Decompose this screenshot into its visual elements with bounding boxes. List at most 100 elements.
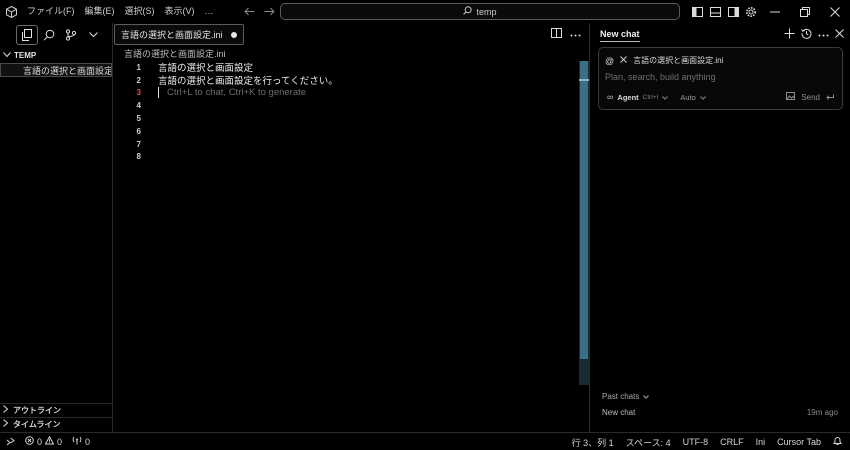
title-bar: ファイル(F) 編集(E) 選択(S) 表示(V) … temp: [0, 0, 850, 23]
model-selector[interactable]: Auto: [680, 93, 695, 102]
chat-panel: New chat @ 言語の選択と画面設定.ini Plan, search, …: [590, 23, 850, 432]
ports-indicator[interactable]: 0: [72, 436, 90, 447]
remote-indicator-icon[interactable]: [6, 437, 15, 446]
language-mode[interactable]: Ini: [756, 437, 766, 447]
chevron-right-icon: [3, 405, 9, 416]
chevron-down-icon: [699, 93, 706, 102]
chat-tab-title[interactable]: New chat: [600, 27, 640, 42]
code-line[interactable]: 6: [113, 125, 589, 138]
explorer-files-icon[interactable]: [16, 24, 38, 45]
code-line[interactable]: 5: [113, 112, 589, 125]
file-tree-item[interactable]: 言語の選択と画面設定…: [0, 63, 112, 77]
split-editor-icon[interactable]: [551, 28, 562, 41]
cursor-tab[interactable]: Cursor Tab: [777, 437, 821, 447]
editor-group: 言語の選択と画面設定.ini 言語の選択と画面設定.ini 1 言語の選択と画面…: [113, 23, 590, 432]
close-window-button[interactable]: [820, 0, 850, 23]
code-line[interactable]: 8: [113, 151, 589, 164]
more-options-icon[interactable]: [818, 29, 829, 40]
editor-scrollbar[interactable]: [579, 61, 589, 385]
new-chat-plus-icon[interactable]: [784, 28, 795, 42]
text-cursor: [158, 87, 159, 99]
line-number: 5: [136, 114, 141, 124]
code-line[interactable]: 1 言語の選択と画面設定: [113, 61, 589, 75]
notifications-bell-icon[interactable]: [833, 436, 842, 448]
breadcrumb[interactable]: 言語の選択と画面設定.ini: [113, 46, 589, 61]
editor-tab[interactable]: 言語の選択と画面設定.ini: [114, 24, 244, 45]
chevron-down-icon: [3, 50, 11, 61]
line-number: 6: [136, 126, 141, 136]
menu-view[interactable]: 表示(V): [160, 0, 200, 23]
chat-input-box[interactable]: @ 言語の選択と画面設定.ini Plan, search, build any…: [598, 47, 843, 110]
app-logo-icon: [0, 0, 22, 23]
line-number: 4: [136, 101, 141, 111]
encoding[interactable]: UTF-8: [683, 437, 709, 447]
enter-key-icon: [826, 93, 834, 102]
toggle-secondary-sidebar-icon[interactable]: [724, 0, 742, 23]
chat-input-placeholder[interactable]: Plan, search, build anything: [605, 72, 716, 82]
chevron-down-icon: [662, 93, 669, 102]
menu-edit[interactable]: 編集(E): [80, 0, 120, 23]
outline-label: アウトライン: [13, 406, 61, 415]
toggle-panel-icon[interactable]: [706, 0, 724, 23]
code-line[interactable]: 2 言語の選択と画面設定を行ってください。: [113, 74, 589, 88]
scrollbar-cursor-marker: [579, 79, 589, 81]
code-line[interactable]: 4: [113, 99, 589, 112]
scrollbar-thumb[interactable]: [580, 61, 588, 359]
indentation[interactable]: スペース: 4: [626, 436, 671, 449]
line-number: 8: [136, 152, 141, 162]
settings-gear-icon[interactable]: [742, 0, 760, 23]
unsaved-dot-icon[interactable]: [230, 31, 237, 38]
send-button[interactable]: Send: [801, 93, 820, 102]
status-bar: 0 0 0 行 3、列 1 スペース: 4 UTF-8 CRLF Ini Cur…: [0, 432, 850, 450]
code-area[interactable]: 1 言語の選択と画面設定 2 言語の選択と画面設定を行ってください。 3 Ctr…: [113, 61, 589, 163]
mode-shortcut: Ctrl+I: [642, 93, 659, 101]
editor-tab-bar: 言語の選択と画面設定.ini: [113, 23, 589, 46]
past-chats-toggle[interactable]: Past chats: [602, 392, 650, 401]
remove-context-close-icon[interactable]: [620, 56, 627, 65]
search-icon: [463, 5, 473, 18]
context-row: @ 言語の選択と画面設定.ini: [605, 55, 723, 66]
search-view-icon[interactable]: [38, 25, 60, 45]
menu-more[interactable]: …: [200, 0, 219, 23]
timeline-section[interactable]: タイムライン: [0, 417, 113, 431]
ghost-hint: Ctrl+L to chat, Ctrl+K to generate: [158, 87, 307, 99]
menu-file[interactable]: ファイル(F): [22, 0, 80, 23]
folder-header[interactable]: TEMP: [0, 48, 112, 63]
send-row: Send: [786, 92, 834, 102]
mode-selector[interactable]: Agent: [617, 93, 638, 102]
timeline-label: タイムライン: [13, 420, 61, 429]
ghost-hint-text: Ctrl+L to chat, Ctrl+K to generate: [167, 87, 307, 99]
code-line-current[interactable]: 3 Ctrl+L to chat, Ctrl+K to generate: [113, 87, 589, 100]
minimize-button[interactable]: [760, 0, 790, 23]
image-attach-icon[interactable]: [786, 92, 796, 102]
more-actions-icon[interactable]: [570, 29, 581, 40]
sidebar-view-tabs: [0, 23, 112, 46]
past-chats-label: Past chats: [602, 392, 640, 401]
error-icon: [25, 436, 34, 447]
chevron-right-icon: [3, 419, 9, 430]
context-file-chip[interactable]: 言語の選択と画面設定.ini: [633, 55, 723, 66]
outline-section[interactable]: アウトライン: [0, 403, 113, 417]
mention-at-icon[interactable]: @: [605, 56, 614, 66]
past-chat-item[interactable]: New chat 19m ago: [602, 408, 838, 417]
forward-arrow-icon[interactable]: [263, 6, 275, 18]
warning-icon: [44, 435, 55, 447]
restore-button[interactable]: [790, 0, 820, 23]
end-of-line[interactable]: CRLF: [720, 437, 744, 447]
past-chat-title: New chat: [602, 408, 636, 417]
line-number: 3: [136, 88, 141, 98]
back-arrow-icon[interactable]: [243, 6, 255, 18]
ports-count: 0: [85, 436, 91, 447]
warning-count: 0: [57, 436, 63, 447]
menu-selection[interactable]: 選択(S): [120, 0, 160, 23]
more-views-chevron-down-icon[interactable]: [82, 25, 104, 45]
cursor-position[interactable]: 行 3、列 1: [572, 436, 614, 449]
code-line[interactable]: 7: [113, 138, 589, 151]
toggle-primary-sidebar-icon[interactable]: [688, 0, 706, 23]
command-center-search[interactable]: temp: [280, 3, 680, 20]
problems-indicator[interactable]: 0 0: [25, 435, 63, 447]
history-icon[interactable]: [801, 28, 812, 42]
chevron-down-icon: [643, 392, 650, 401]
source-control-icon[interactable]: [60, 25, 82, 45]
close-panel-icon[interactable]: [835, 28, 844, 41]
